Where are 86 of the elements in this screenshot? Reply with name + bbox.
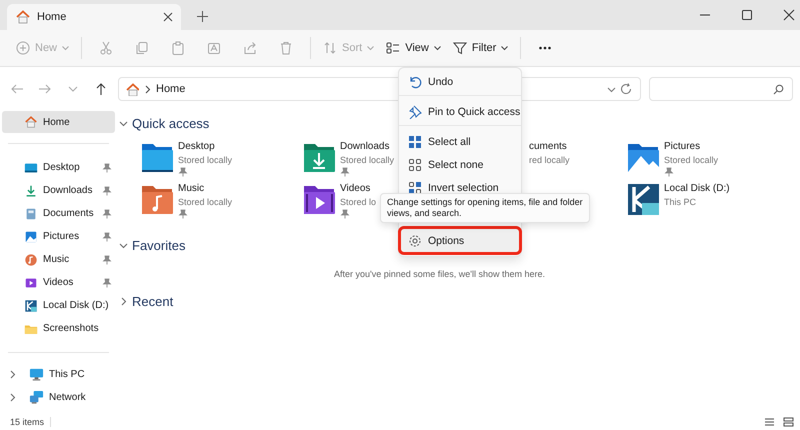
music-folder-icon[interactable] bbox=[141, 183, 174, 216]
menu-item[interactable]: Invert selection bbox=[401, 176, 519, 199]
rename-icon bbox=[207, 41, 222, 55]
sidebar-item[interactable]: Home bbox=[2, 111, 115, 133]
item-location: Stored locally bbox=[178, 154, 232, 166]
close-icon[interactable] bbox=[163, 12, 173, 22]
music-icon bbox=[24, 252, 38, 266]
tiles-view-icon[interactable] bbox=[783, 416, 794, 426]
section-header[interactable]: Quick access bbox=[119, 111, 210, 135]
chevron-icon bbox=[606, 84, 616, 94]
details-view-icon[interactable] bbox=[764, 416, 775, 426]
item-location: red locally bbox=[529, 154, 570, 166]
tree-item[interactable]: This PC bbox=[0, 363, 117, 386]
home-icon bbox=[125, 82, 139, 96]
sidebar-item[interactable]: Local Disk (D:) bbox=[2, 294, 115, 317]
monitor-icon bbox=[29, 367, 44, 382]
videos-folder-icon[interactable] bbox=[303, 183, 336, 216]
menu-item[interactable]: Pin to Quick access bbox=[401, 100, 519, 123]
disk-drawing[interactable] bbox=[627, 183, 660, 216]
video-icon bbox=[24, 276, 38, 290]
select-all-icon bbox=[408, 134, 422, 148]
item-name: Desktop bbox=[178, 141, 216, 153]
item-name: Downloads bbox=[340, 141, 390, 153]
desktop-icon bbox=[24, 160, 38, 174]
view-icon bbox=[386, 41, 400, 55]
close-icon[interactable] bbox=[782, 8, 796, 22]
filter-button[interactable]: Filter bbox=[446, 34, 514, 62]
share-icon bbox=[243, 41, 258, 55]
sidebar-item[interactable]: Downloads bbox=[2, 179, 115, 202]
section-header[interactable]: Recent bbox=[119, 289, 174, 313]
item-location: Stored locally bbox=[664, 154, 718, 166]
sidebar-item[interactable]: Screenshots bbox=[2, 317, 115, 340]
sidebar-item[interactable]: Documents bbox=[2, 202, 115, 225]
chevron-icon[interactable] bbox=[8, 393, 17, 402]
item-location: Stored locally bbox=[340, 154, 394, 166]
sidebar-item[interactable]: Desktop bbox=[2, 156, 115, 179]
desktop-folder-icon[interactable] bbox=[141, 141, 174, 174]
tooltip-text: Change settings for opening items, file and folder views, and search. bbox=[387, 197, 583, 218]
chevron-icon[interactable] bbox=[8, 370, 17, 379]
menu-item[interactable]: Options bbox=[401, 229, 519, 252]
document-icon bbox=[24, 206, 38, 220]
download-icon bbox=[24, 184, 38, 198]
scissors-icon bbox=[99, 41, 114, 55]
menu-item[interactable]: Select none bbox=[401, 153, 519, 176]
maximize-icon[interactable] bbox=[740, 8, 754, 22]
menu-item[interactable]: Select all bbox=[401, 130, 519, 153]
item-name: cuments bbox=[529, 141, 568, 153]
section-header[interactable]: Favorites bbox=[119, 233, 186, 257]
tree-item[interactable]: Network bbox=[0, 386, 117, 409]
sidebar-item[interactable]: Pictures bbox=[2, 225, 115, 248]
sidebar-item[interactable]: Music bbox=[2, 248, 115, 271]
view-button[interactable]: View bbox=[380, 34, 447, 62]
empty-message: After you've pinned some files, we'll show them here. bbox=[332, 269, 546, 279]
up-arrow-icon[interactable] bbox=[94, 82, 108, 96]
filter-icon bbox=[452, 41, 467, 55]
item-count: 15 items bbox=[10, 416, 52, 426]
copy-icon bbox=[135, 41, 150, 55]
window-tab[interactable]: Home bbox=[7, 4, 181, 30]
item-name: Pictures bbox=[664, 141, 702, 153]
settings-icon bbox=[408, 234, 422, 248]
item-location: This PC bbox=[664, 196, 698, 208]
item-name: Local Disk (D:) bbox=[664, 183, 730, 195]
select-none-icon bbox=[408, 158, 422, 172]
home-icon bbox=[24, 115, 38, 129]
item-name: Videos bbox=[340, 183, 372, 195]
plus-icon[interactable] bbox=[197, 11, 208, 22]
home-icon bbox=[15, 9, 31, 25]
search-icon bbox=[773, 84, 784, 94]
pictures-icon bbox=[24, 230, 38, 244]
trash-icon bbox=[279, 41, 294, 55]
downloads-folder-icon[interactable] bbox=[303, 141, 336, 174]
chevron-icon bbox=[143, 84, 152, 94]
sidebar-item[interactable]: Videos bbox=[2, 271, 115, 294]
item-location: Stored lo bbox=[340, 196, 376, 208]
clipboard-icon bbox=[171, 41, 186, 55]
refresh-icon[interactable] bbox=[620, 83, 632, 95]
network-icon bbox=[29, 390, 44, 405]
undo-icon bbox=[408, 74, 422, 88]
item-location: Stored locally bbox=[178, 196, 232, 208]
item-name: Music bbox=[178, 183, 206, 195]
sort-icon bbox=[323, 41, 338, 55]
pictures-folder-icon[interactable] bbox=[627, 141, 660, 174]
invert-selection-icon bbox=[408, 180, 422, 194]
pin-icon bbox=[408, 104, 422, 118]
plus-icon bbox=[16, 41, 30, 55]
search-field[interactable] bbox=[648, 77, 793, 101]
